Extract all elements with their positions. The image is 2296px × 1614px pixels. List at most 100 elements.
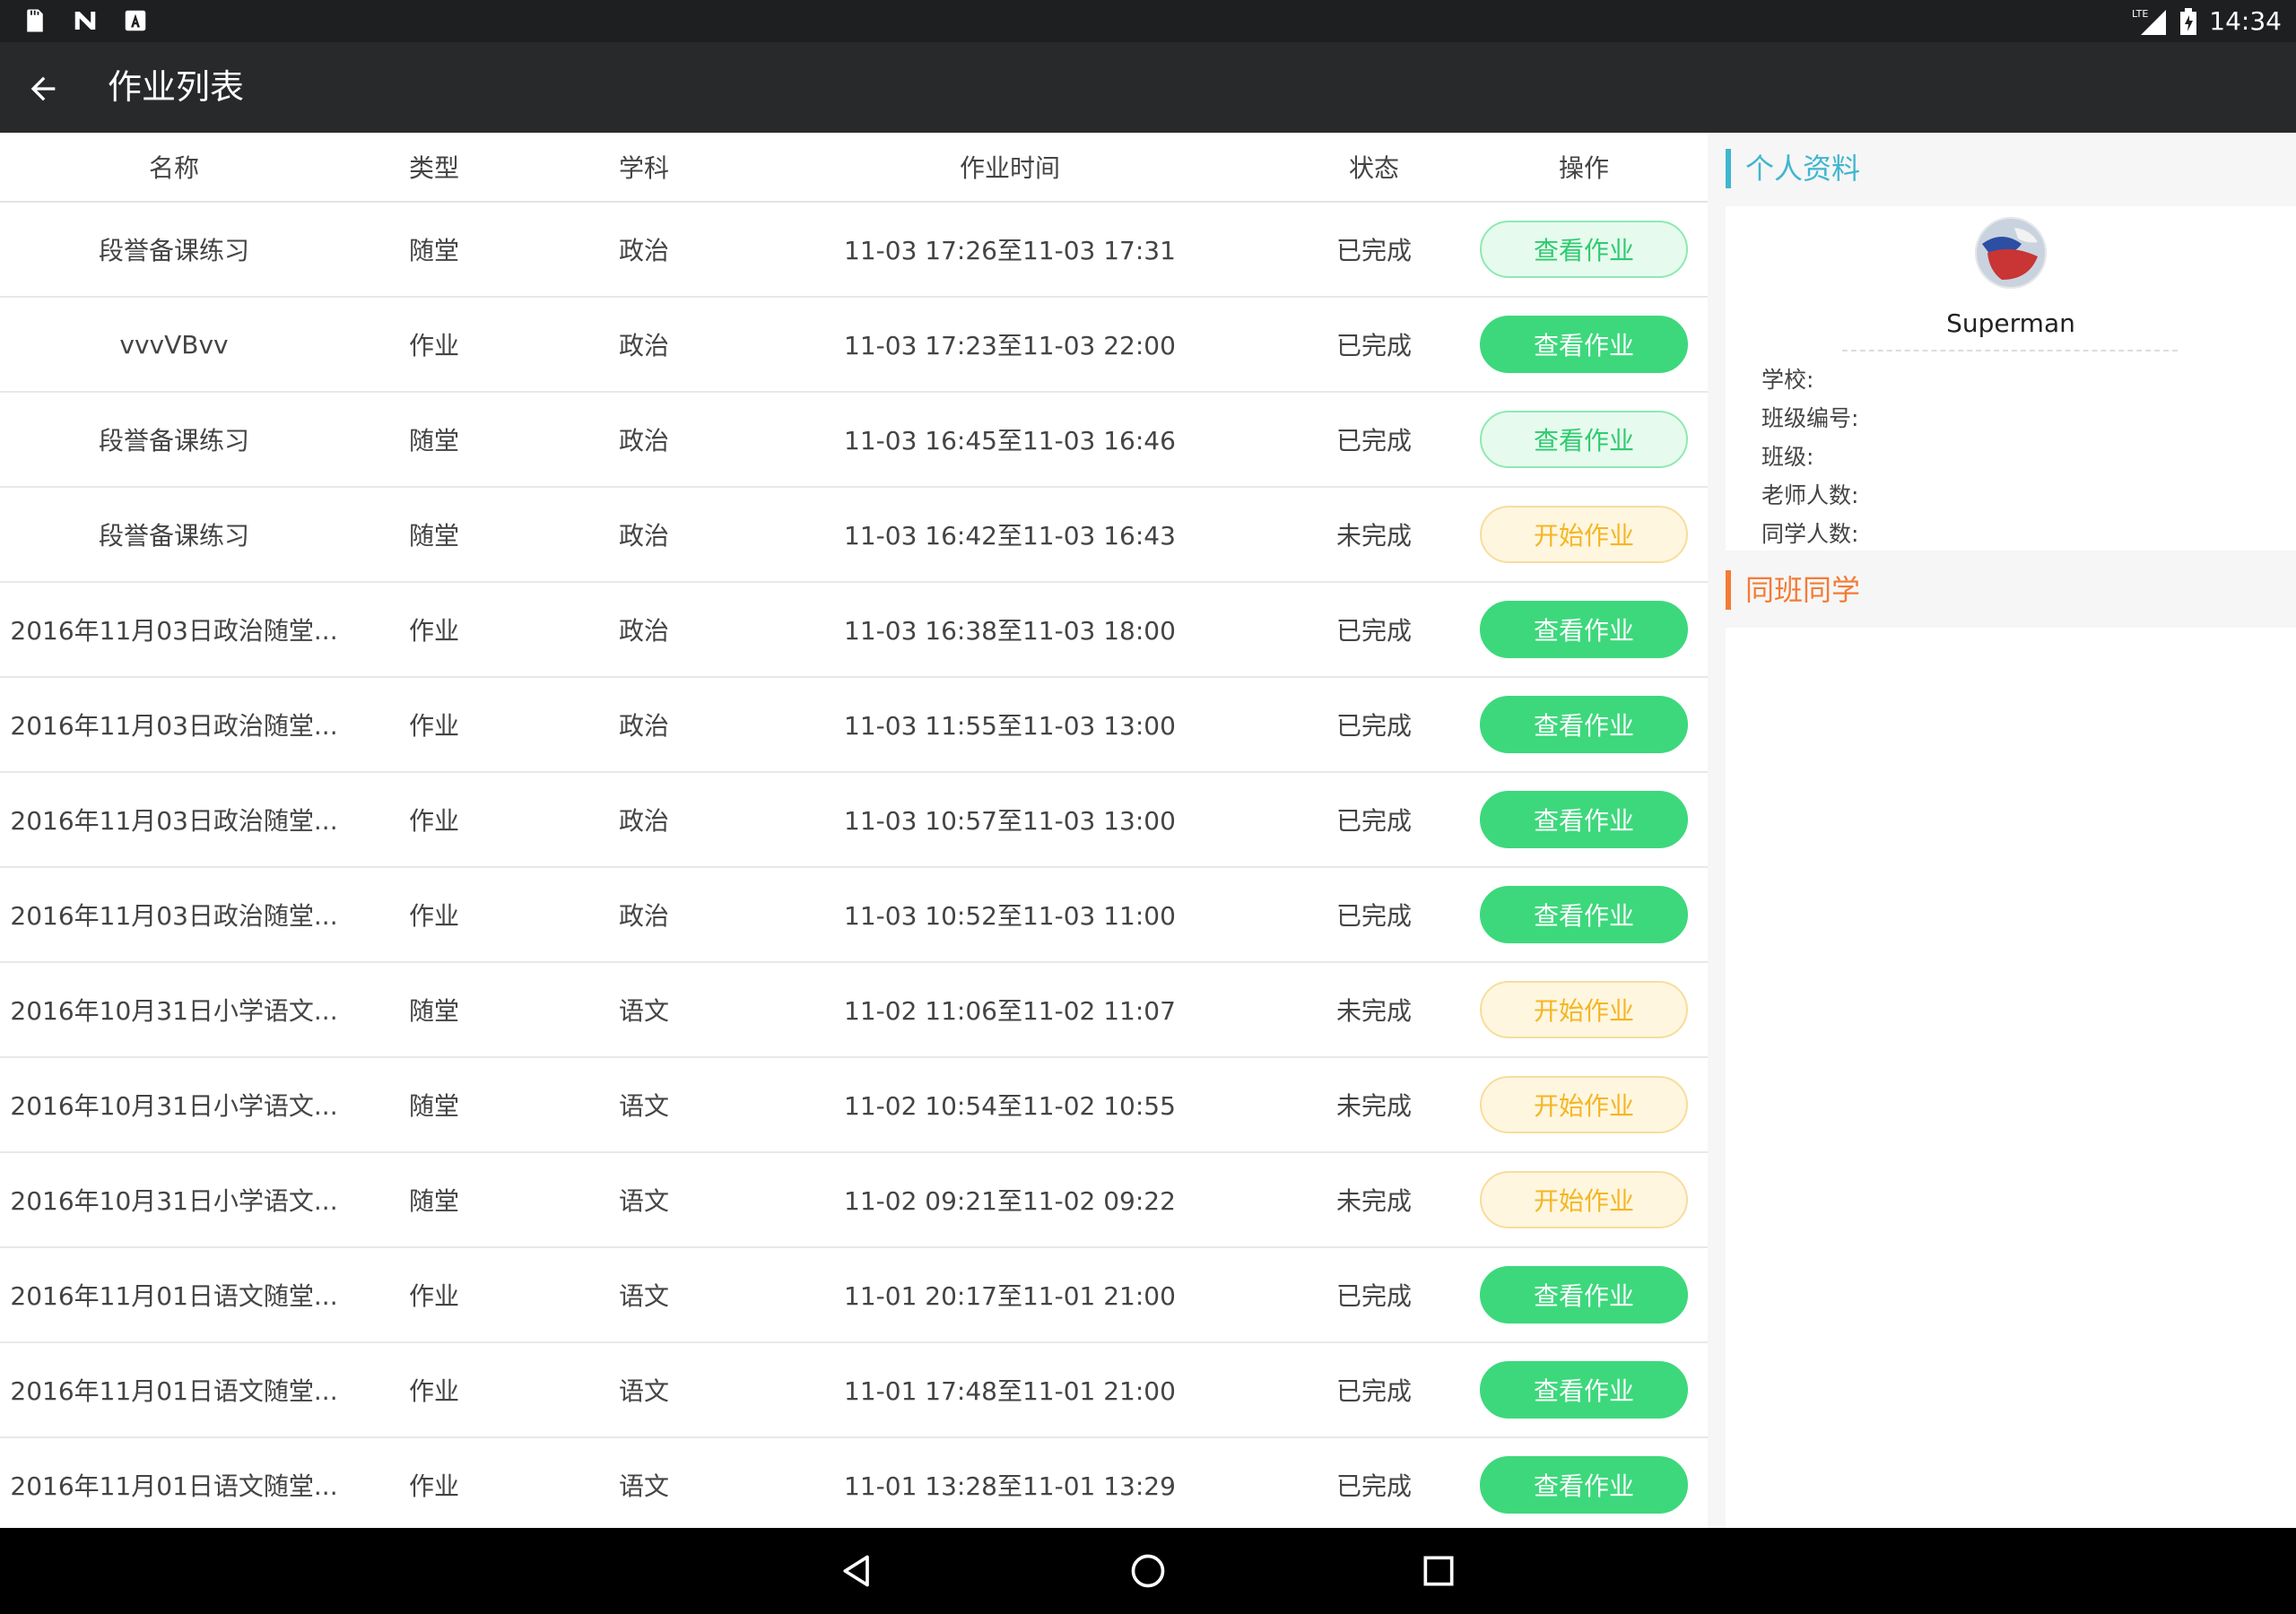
view-homework-button[interactable]: 查看作业 xyxy=(1480,886,1688,943)
row-time: 11-03 10:52至11-03 11:00 xyxy=(844,901,1176,931)
start-homework-button[interactable]: 开始作业 xyxy=(1480,981,1688,1038)
row-type: 作业 xyxy=(408,616,459,646)
row-subject: 语文 xyxy=(618,996,669,1026)
row-operation: 查看作业 xyxy=(1460,298,1708,391)
a-letter-icon xyxy=(125,10,146,31)
start-homework-button[interactable]: 开始作业 xyxy=(1480,506,1688,563)
header-time: 作业时间 xyxy=(959,153,1060,183)
profile-heading: 个人资料 xyxy=(1726,149,1860,188)
row-name: 2016年11月01日语文随堂... xyxy=(10,1376,338,1406)
view-homework-button[interactable]: 查看作业 xyxy=(1480,221,1688,278)
row-status: 已完成 xyxy=(1335,331,1412,360)
row-subject: 政治 xyxy=(618,236,669,265)
row-status: 已完成 xyxy=(1335,236,1412,265)
table-row: 2016年10月31日小学语文... 随堂 语文 11-02 09:21至11-02 … xyxy=(0,1153,1708,1248)
table-row: 段誉备课练习 随堂 政治 11-03 16:42至11-03 16:43 未完成 开始作业 xyxy=(0,488,1708,583)
row-operation: 开始作业 xyxy=(1460,963,1708,1056)
info-classmate-count: 同学人数: xyxy=(1761,521,1859,547)
row-status: 未完成 xyxy=(1335,1186,1412,1216)
status-system-area: LTE 14:34 xyxy=(2132,0,2282,42)
row-type: 作业 xyxy=(408,1376,459,1406)
view-homework-button[interactable]: 查看作业 xyxy=(1480,696,1688,753)
view-homework-button[interactable]: 查看作业 xyxy=(1480,411,1688,468)
page-title: 作业列表 xyxy=(108,67,245,107)
n-logo-icon xyxy=(74,12,96,30)
header-subject: 学科 xyxy=(618,153,669,183)
header-status: 状态 xyxy=(1348,153,1399,183)
row-type: 作业 xyxy=(408,901,459,931)
back-button[interactable] xyxy=(22,67,65,110)
row-operation: 开始作业 xyxy=(1460,1153,1708,1246)
row-time: 11-02 09:21至11-02 09:22 xyxy=(844,1186,1176,1216)
info-class-number: 班级编号: xyxy=(1761,405,1859,431)
row-subject: 语文 xyxy=(618,1471,669,1501)
row-time: 11-03 17:26至11-03 17:31 xyxy=(844,236,1176,265)
row-name: 段誉备课练习 xyxy=(98,236,249,265)
row-operation: 查看作业 xyxy=(1460,1343,1708,1436)
view-homework-button[interactable]: 查看作业 xyxy=(1480,791,1688,848)
row-operation: 查看作业 xyxy=(1460,393,1708,486)
view-homework-button[interactable]: 查看作业 xyxy=(1480,316,1688,373)
row-time: 11-01 13:28至11-01 13:29 xyxy=(844,1471,1176,1501)
row-operation: 开始作业 xyxy=(1460,1058,1708,1151)
nav-back-button[interactable] xyxy=(832,1546,883,1596)
avatar[interactable] xyxy=(1975,217,2047,289)
row-type: 作业 xyxy=(408,331,459,360)
start-homework-button[interactable]: 开始作业 xyxy=(1480,1171,1688,1228)
start-homework-button[interactable]: 开始作业 xyxy=(1480,1076,1688,1133)
table-row: 2016年11月01日语文随堂... 作业 语文 11-01 20:17至11-01 … xyxy=(0,1248,1708,1343)
app-bar: 作业列表 xyxy=(0,42,2296,133)
row-subject: 语文 xyxy=(618,1281,669,1311)
table-row: 2016年10月31日小学语文... 随堂 语文 11-02 11:06至11-02 … xyxy=(0,963,1708,1058)
table-row: 段誉备课练习 随堂 政治 11-03 17:26至11-03 17:31 已完成 查看作业 xyxy=(0,203,1708,298)
row-name: 2016年11月03日政治随堂... xyxy=(10,711,338,741)
profile-info-list: 学校: 班级编号: 班级: 老师人数: 同学人数: xyxy=(1761,360,1858,553)
row-status: 未完成 xyxy=(1335,996,1412,1026)
row-name: 2016年11月01日语文随堂... xyxy=(10,1281,338,1311)
view-homework-button[interactable]: 查看作业 xyxy=(1480,1361,1688,1419)
header-name: 名称 xyxy=(148,153,199,183)
row-type: 随堂 xyxy=(408,521,459,551)
classmates-list xyxy=(1726,628,2296,1528)
table-row: 段誉备课练习 随堂 政治 11-03 16:45至11-03 16:46 已完成 查看作业 xyxy=(0,393,1708,488)
row-status: 未完成 xyxy=(1335,521,1412,551)
row-time: 11-03 16:42至11-03 16:43 xyxy=(844,521,1176,551)
back-triangle-icon xyxy=(843,1555,869,1587)
row-time: 11-03 17:23至11-03 22:00 xyxy=(844,331,1176,360)
row-name: 段誉备课练习 xyxy=(98,426,249,456)
view-homework-button[interactable]: 查看作业 xyxy=(1480,601,1688,658)
home-circle-icon xyxy=(1131,1554,1165,1588)
row-subject: 政治 xyxy=(618,331,669,360)
row-status: 已完成 xyxy=(1335,806,1412,836)
sd-card-icon xyxy=(27,9,43,32)
row-status: 已完成 xyxy=(1335,711,1412,741)
row-time: 11-03 11:55至11-03 13:00 xyxy=(844,711,1176,741)
nav-recents-button[interactable] xyxy=(1413,1546,1464,1596)
row-time: 11-01 17:48至11-01 21:00 xyxy=(844,1376,1176,1406)
view-homework-button[interactable]: 查看作业 xyxy=(1480,1456,1688,1514)
row-operation: 查看作业 xyxy=(1460,203,1708,296)
row-operation: 查看作业 xyxy=(1460,1248,1708,1341)
view-homework-button[interactable]: 查看作业 xyxy=(1480,1266,1688,1323)
row-name: 2016年10月31日小学语文... xyxy=(10,1186,338,1216)
row-status: 已完成 xyxy=(1335,901,1412,931)
row-subject: 语文 xyxy=(618,1091,669,1121)
table-row: 2016年11月01日语文随堂... 作业 语文 11-01 13:28至11-01 … xyxy=(0,1438,1708,1528)
row-time: 11-03 10:57至11-03 13:00 xyxy=(844,806,1176,836)
row-status: 已完成 xyxy=(1335,1471,1412,1501)
svg-text:LTE: LTE xyxy=(2132,8,2148,20)
row-type: 随堂 xyxy=(408,1091,459,1121)
row-type: 作业 xyxy=(408,711,459,741)
nav-home-button[interactable] xyxy=(1123,1546,1173,1596)
row-name: 2016年11月03日政治随堂... xyxy=(10,616,338,646)
row-subject: 语文 xyxy=(618,1186,669,1216)
row-name: 段誉备课练习 xyxy=(98,521,249,551)
row-status: 未完成 xyxy=(1335,1091,1412,1121)
table-row: 2016年11月03日政治随堂... 作业 政治 11-03 10:52至11-03 … xyxy=(0,868,1708,963)
row-status: 已完成 xyxy=(1335,616,1412,646)
row-name: 2016年10月31日小学语文... xyxy=(10,996,338,1026)
info-teacher-count: 老师人数: xyxy=(1761,482,1859,508)
status-notification-icons xyxy=(22,7,149,34)
row-operation: 查看作业 xyxy=(1460,583,1708,676)
row-subject: 政治 xyxy=(618,521,669,551)
